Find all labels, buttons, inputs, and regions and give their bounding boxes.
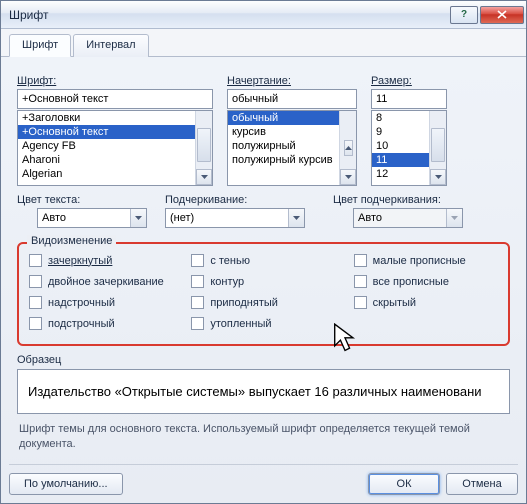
checkbox-small-caps[interactable]: малые прописные — [354, 254, 498, 267]
checkbox-hidden[interactable]: скрытый — [354, 296, 498, 309]
style-listbox[interactable]: обычный курсив полужирный полужирный кур… — [227, 110, 357, 186]
effects-title: Видоизменение — [27, 235, 116, 247]
size-input[interactable]: 11 — [371, 89, 447, 109]
list-item[interactable]: 8 — [372, 111, 429, 125]
chevron-down-icon — [130, 209, 146, 227]
size-listbox[interactable]: 8 9 10 11 12 — [371, 110, 447, 186]
font-dialog: Шрифт ? Шрифт Интервал Шрифт: +Основной … — [0, 0, 527, 504]
tabstrip: Шрифт Интервал — [1, 29, 526, 57]
list-item[interactable]: полужирный курсив — [228, 153, 339, 167]
list-item[interactable]: 12 — [372, 167, 429, 181]
style-input[interactable]: обычный — [227, 89, 357, 109]
help-icon: ? — [461, 9, 467, 20]
hint-text: Шрифт темы для основного текста. Использ… — [17, 422, 510, 452]
checkbox-shadow[interactable]: с тенью — [191, 254, 335, 267]
list-item[interactable]: Aharoni — [18, 153, 195, 167]
checkbox-double-strikethrough[interactable]: двойное зачеркивание — [29, 275, 173, 288]
scroll-thumb[interactable] — [431, 128, 445, 162]
size-label: Размер: — [371, 75, 447, 87]
checkbox-emboss[interactable]: приподнятый — [191, 296, 335, 309]
chevron-down-icon — [446, 209, 462, 227]
scroll-down-icon[interactable] — [340, 169, 356, 185]
underline-select[interactable]: (нет) — [165, 208, 305, 228]
scrollbar[interactable] — [339, 111, 356, 185]
scroll-down-icon[interactable] — [196, 169, 212, 185]
effects-group: Видоизменение зачеркнутый двойное зачерк… — [17, 242, 510, 346]
checkbox-strikethrough[interactable]: зачеркнутый — [29, 254, 173, 267]
list-item[interactable]: +Основной текст — [18, 125, 195, 139]
checkbox-outline[interactable]: контур — [191, 275, 335, 288]
underline-color-label: Цвет подчеркивания: — [333, 194, 483, 206]
list-item[interactable]: обычный — [228, 111, 339, 125]
list-item[interactable]: +Заголовки — [18, 111, 195, 125]
scrollbar[interactable] — [195, 111, 212, 185]
list-item[interactable]: 9 — [372, 125, 429, 139]
close-icon — [497, 10, 507, 19]
color-select[interactable]: Авто — [37, 208, 147, 228]
style-label: Начертание: — [227, 75, 357, 87]
list-item[interactable]: 11 — [372, 153, 429, 167]
underline-label: Подчеркивание: — [165, 194, 315, 206]
close-button[interactable] — [480, 6, 524, 24]
tab-spacing[interactable]: Интервал — [73, 34, 148, 57]
font-listbox[interactable]: +Заголовки +Основной текст Agency FB Aha… — [17, 110, 213, 186]
scroll-up-icon[interactable] — [344, 140, 353, 156]
help-button[interactable]: ? — [450, 6, 478, 24]
font-input[interactable]: +Основной текст — [17, 89, 213, 109]
tab-font[interactable]: Шрифт — [9, 34, 71, 57]
list-item[interactable]: Algerian — [18, 167, 195, 181]
titlebar: Шрифт ? — [1, 1, 526, 29]
scroll-thumb[interactable] — [197, 128, 211, 162]
color-label: Цвет текста: — [17, 194, 147, 206]
checkbox-subscript[interactable]: подстрочный — [29, 317, 173, 330]
scroll-down-icon[interactable] — [430, 169, 446, 185]
list-item[interactable]: Agency FB — [18, 139, 195, 153]
checkbox-all-caps[interactable]: все прописные — [354, 275, 498, 288]
checkbox-superscript[interactable]: надстрочный — [29, 296, 173, 309]
sample-preview: Издательство «Открытые системы» выпускае… — [17, 369, 510, 414]
underline-color-select: Авто — [353, 208, 463, 228]
list-item[interactable]: 10 — [372, 139, 429, 153]
sample-label: Образец — [17, 354, 510, 366]
font-label: Шрифт: — [17, 75, 213, 87]
list-item[interactable]: полужирный — [228, 139, 339, 153]
ok-button[interactable]: ОК — [368, 473, 440, 495]
defaults-button[interactable]: По умолчанию... — [9, 473, 123, 495]
checkbox-engrave[interactable]: утопленный — [191, 317, 335, 330]
dialog-footer: По умолчанию... ОК Отмена — [9, 464, 518, 495]
cancel-button[interactable]: Отмена — [446, 473, 518, 495]
chevron-down-icon — [288, 209, 304, 227]
window-title: Шрифт — [9, 8, 48, 22]
list-item[interactable]: курсив — [228, 125, 339, 139]
scrollbar[interactable] — [429, 111, 446, 185]
